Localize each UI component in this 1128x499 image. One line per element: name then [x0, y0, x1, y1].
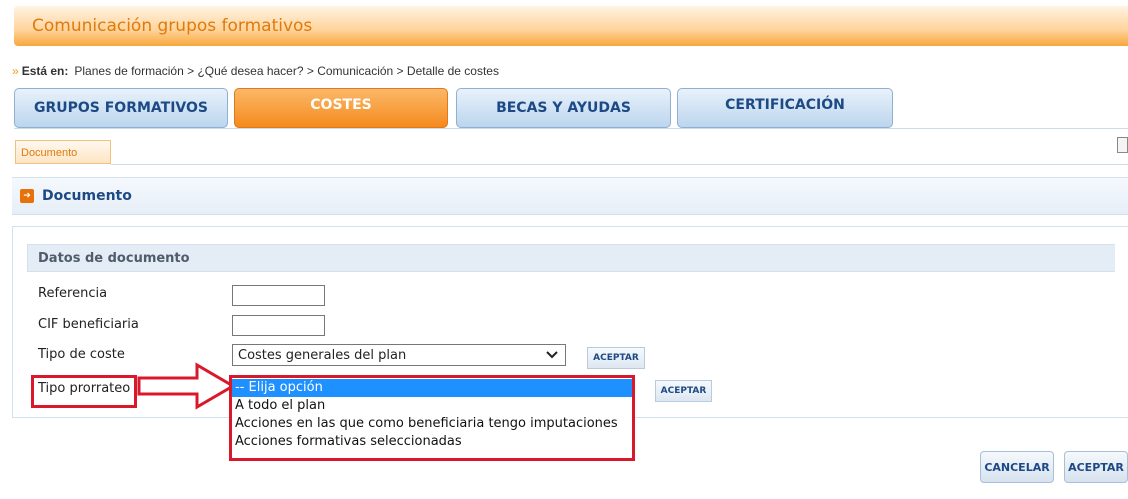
- tab-becas-y-ayudas[interactable]: BECAS Y AYUDAS: [456, 88, 671, 128]
- tab-divider: [14, 128, 1128, 129]
- breadcrumb-path[interactable]: Planes de formación > ¿Qué desea hacer? …: [74, 64, 499, 78]
- section-arrow-icon: ➜: [20, 189, 34, 203]
- tab-grupos-formativos[interactable]: GRUPOS FORMATIVOS: [14, 88, 228, 128]
- subtab-documento[interactable]: Documento: [15, 140, 111, 164]
- subtab-divider: [111, 164, 1128, 165]
- page-header: Comunicación grupos formativos: [14, 6, 1128, 46]
- prorrateo-options-highlight: [229, 375, 635, 461]
- tipo-coste-value: Costes generales del plan: [238, 348, 407, 363]
- cif-label: CIF beneficiaria: [38, 317, 139, 332]
- pointer-arrow-icon: [137, 362, 236, 410]
- referencia-input[interactable]: [232, 285, 325, 306]
- print-icon[interactable]: [1117, 137, 1128, 153]
- page-title: Comunicación grupos formativos: [32, 16, 313, 36]
- breadcrumb-marker: »: [12, 64, 19, 78]
- referencia-label: Referencia: [38, 286, 108, 301]
- tipo-coste-label: Tipo de coste: [38, 347, 125, 362]
- tab-certificacion[interactable]: CERTIFICACIÓN: [677, 88, 893, 128]
- tipo-coste-accept-button[interactable]: ACEPTAR: [587, 347, 645, 369]
- breadcrumb: » Está en: Planes de formación > ¿Qué dese…: [12, 64, 499, 78]
- tab-costes[interactable]: COSTES: [234, 88, 448, 128]
- section-title: Documento: [42, 188, 132, 204]
- panel-title: Datos de documento: [27, 244, 1115, 272]
- cancel-button[interactable]: CANCELAR: [980, 451, 1054, 483]
- accept-button[interactable]: ACEPTAR: [1064, 451, 1128, 483]
- tipo-prorrateo-accept-button[interactable]: ACEPTAR: [655, 380, 712, 402]
- cif-input[interactable]: [232, 315, 325, 336]
- breadcrumb-label: Está en:: [21, 64, 69, 78]
- section-header: ➜ Documento: [12, 177, 1128, 215]
- prorrateo-label-highlight: [31, 375, 137, 408]
- chevron-down-icon: [545, 345, 559, 369]
- tipo-coste-select[interactable]: Costes generales del plan: [232, 344, 566, 366]
